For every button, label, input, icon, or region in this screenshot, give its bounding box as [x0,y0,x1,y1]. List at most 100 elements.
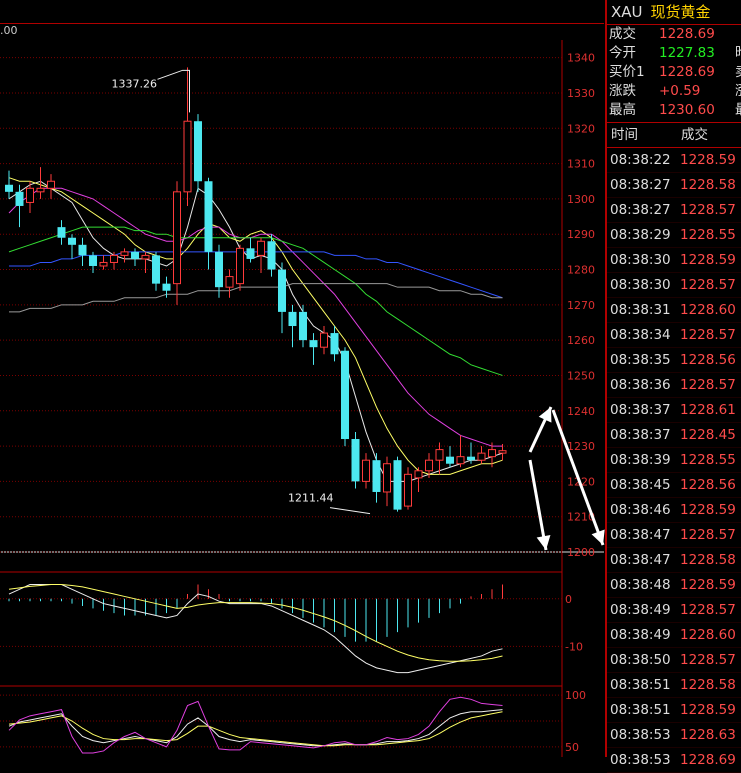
tick-time: 08:38:27 [610,202,671,218]
tick-time: 08:38:39 [610,452,671,468]
tick-price-header: 成交 [681,127,708,143]
price-tick-label: 1280 [567,264,595,277]
quote-value: 1227.83 [659,45,715,61]
candle-body [425,459,433,472]
price-tick-label: 1320 [567,122,595,135]
kline-chart[interactable]: .001200121012201230124012501260127012801… [0,0,605,757]
tick-list[interactable]: 08:38:22 1228.59 08:38:27 1228.58 08:38:27 12… [607,148,741,773]
candle-body [372,460,381,492]
candle-body [68,237,76,245]
price-tick-label: 1310 [567,158,595,171]
quote-label: 今开 [609,45,636,61]
tick-row: 08:38:39 1228.55 [607,448,741,473]
candle-body [47,180,55,189]
macd-tick-label: -10 [565,640,583,653]
quote-row: 今开 1227.83 昨 [607,44,741,63]
candle-body [414,470,423,479]
candle-body [57,227,66,238]
price-tick-label: 1270 [567,299,595,312]
candle-body [36,187,45,193]
tick-row: 08:38:47 1228.58 [607,548,741,573]
tick-price: 1228.59 [680,252,736,268]
moving-average-line [8,180,503,482]
candle-body [488,449,496,458]
symbol-name: 现货黄金 [650,3,711,21]
quote-label-secondary: 昨 [735,44,741,63]
candle-body [498,450,507,454]
kdj-j-line [8,696,503,754]
candle-body [15,191,24,206]
candle-body [162,283,171,291]
annotation-leader [157,69,190,113]
tick-row: 08:38:34 1228.57 [607,323,741,348]
quote-row: 最高 1230.60 最 [607,101,741,120]
tick-time: 08:38:31 [610,302,671,318]
tick-price: 1228.56 [680,477,736,493]
tick-time: 08:38:46 [610,502,671,518]
candle-body [477,452,486,461]
candle-body [246,248,255,259]
tick-time: 08:38:30 [610,252,671,268]
tick-row: 08:38:51 1228.59 [607,698,741,723]
price-tick-label: 1330 [567,87,595,100]
candle-body [257,240,265,256]
tick-price: 1228.57 [680,527,736,543]
tick-time: 08:38:37 [610,427,671,443]
tick-row: 08:38:50 1228.57 [607,648,741,673]
quote-value: 1228.69 [659,26,715,42]
tick-time: 08:38:53 [610,727,671,743]
quote-panel: 成交 1228.69 今开 1227.83 昨买价1 1228.69 卖涨跌 +0.59 涨最高… [607,25,741,123]
tick-price: 1228.56 [680,352,736,368]
candle-body [89,255,97,266]
quote-label-secondary: 最 [735,101,741,120]
tick-time: 08:38:49 [610,627,671,643]
tick-time: 08:38:45 [610,477,671,493]
symbol-header[interactable]: XAU 现货黄金 [607,0,741,25]
moving-average-line [9,251,503,299]
tick-time: 08:38:49 [610,602,671,618]
tick-row: 08:38:22 1228.59 [607,148,741,173]
symbol-code: XAU [611,3,643,21]
candle-body [267,241,276,270]
kdj-k-line [8,709,503,747]
candle-body [383,463,391,493]
candle-body [204,181,213,252]
tick-price: 1228.55 [680,452,736,468]
arrow-down-right [551,409,605,546]
tick-row: 08:38:45 1228.56 [607,473,741,498]
candle-body [278,269,286,312]
candle-body [120,251,129,256]
tick-row: 08:38:46 1228.59 [607,498,741,523]
tick-time: 08:38:36 [610,377,671,393]
chart-area[interactable]: .001200121012201230124012501260127012801… [0,0,605,757]
tick-row: 08:38:53 1228.69 [607,748,741,773]
price-tick-label: 1250 [567,369,595,382]
candle-body [26,187,34,203]
quote-label: 成交 [609,26,636,42]
tick-price: 1228.58 [680,677,736,693]
moving-average-line [9,283,503,313]
price-tick-label: 1200 [567,546,595,559]
low-price-label: 1211.44 [288,492,334,505]
quote-row: 买价1 1228.69 卖 [607,63,741,82]
tick-price: 1228.59 [680,152,736,168]
tick-price: 1228.57 [680,202,736,218]
macd-dea-line [8,584,503,662]
quote-row: 涨跌 +0.59 涨 [607,82,741,101]
tick-time: 08:38:53 [610,752,671,768]
candle-body [330,333,339,355]
tick-time: 08:38:29 [610,227,671,243]
tick-row: 08:38:49 1228.57 [607,598,741,623]
moving-average-line [8,177,503,475]
candle-body [78,244,87,256]
tick-row: 08:38:49 1228.60 [607,623,741,648]
candle-body [288,311,297,327]
tick-row: 08:38:31 1228.60 [607,298,741,323]
tick-time: 08:38:30 [610,277,671,293]
candle-body [225,276,234,288]
tick-time: 08:38:51 [610,677,671,693]
tick-row: 08:38:53 1228.63 [607,723,741,748]
tick-time: 08:38:22 [610,152,671,168]
tick-price: 1228.59 [680,502,736,518]
kdj-tick-label: 50 [565,741,579,754]
